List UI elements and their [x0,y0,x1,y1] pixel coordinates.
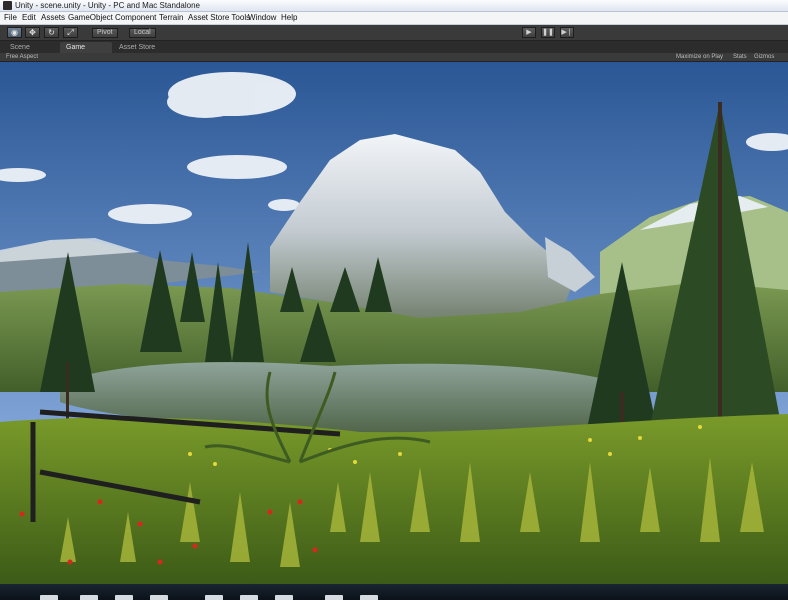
step-button[interactable]: ▶❘ [560,27,574,38]
scene-render [0,62,788,584]
os-taskbar [0,584,788,600]
step-icon: ▶❘ [561,29,573,36]
pivot-toggle-button[interactable]: Pivot [92,28,118,38]
pivot-label: Pivot [97,29,113,36]
taskbar-item[interactable] [150,595,168,600]
local-label: Local [134,29,151,36]
eye-icon: ◉ [11,28,18,37]
menu-bar: File Edit Assets GameObject Component Te… [0,12,788,25]
toolbar: ◉ ✥ ↻ ⤢ Pivot Local ▶ ❚❚ ▶❘ [0,25,788,41]
rotate-icon: ↻ [48,28,55,37]
taskbar-item[interactable] [325,595,343,600]
local-toggle-button[interactable]: Local [129,28,156,38]
menu-assets[interactable]: Assets [41,12,65,24]
play-icon: ▶ [526,29,532,36]
game-viewport[interactable] [0,62,788,584]
unity-app-icon [3,1,12,10]
tab-asset-store-label: Asset Store [119,44,156,51]
game-view-bar: Free Aspect Maximize on Play Stats Gizmo… [0,53,788,62]
view-tab-bar: Scene Game Asset Store [0,41,788,53]
menu-help[interactable]: Help [281,12,297,24]
pause-icon: ❚❚ [542,29,554,36]
menu-component[interactable]: Component [115,12,156,24]
menu-terrain[interactable]: Terrain [159,12,183,24]
move-icon: ✥ [29,28,36,37]
taskbar-item[interactable] [240,595,258,600]
play-button[interactable]: ▶ [522,27,536,38]
window-title: Unity - scene.unity - Unity - PC and Mac… [15,1,200,10]
tab-scene-label: Scene [10,44,30,51]
tab-game-label: Game [66,44,86,51]
taskbar-item[interactable] [275,595,293,600]
maximize-on-play-toggle[interactable]: Maximize on Play [676,53,723,61]
aspect-dropdown[interactable]: Free Aspect [6,53,38,61]
scale-tool-button[interactable]: ⤢ [63,27,78,38]
menu-file[interactable]: File [4,12,17,24]
menu-gameobject[interactable]: GameObject [68,12,113,24]
menu-edit[interactable]: Edit [22,12,36,24]
tab-asset-store[interactable]: Asset Store [113,42,161,53]
tab-scene[interactable]: Scene [4,42,36,53]
gizmos-dropdown[interactable]: Gizmos [754,53,774,61]
taskbar-item[interactable] [80,595,98,600]
menu-asset-store-tools[interactable]: Asset Store Tools [188,12,250,24]
menu-window[interactable]: Window [248,12,276,24]
taskbar-item[interactable] [115,595,133,600]
move-tool-button[interactable]: ✥ [25,27,40,38]
title-bar: Unity - scene.unity - Unity - PC and Mac… [0,0,788,12]
taskbar-item[interactable] [40,595,58,600]
stats-toggle[interactable]: Stats [733,53,747,61]
pause-button[interactable]: ❚❚ [541,27,555,38]
tab-game[interactable]: Game [60,42,112,53]
scale-icon: ⤢ [67,28,74,37]
taskbar-item[interactable] [360,595,378,600]
hand-tool-button[interactable]: ◉ [7,27,22,38]
rotate-tool-button[interactable]: ↻ [44,27,59,38]
taskbar-item[interactable] [205,595,223,600]
